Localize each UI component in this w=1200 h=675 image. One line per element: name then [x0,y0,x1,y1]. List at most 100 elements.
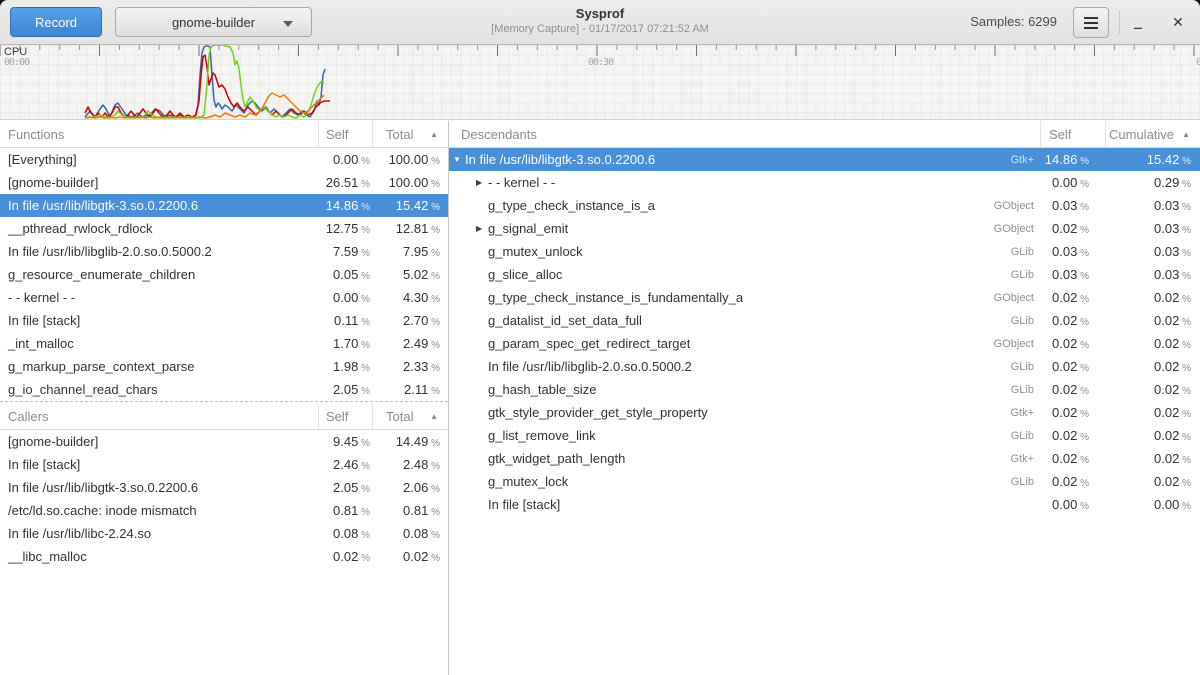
self-percent: 2.05 % [318,382,372,397]
table-row[interactable]: In file [stack] 0.11 % 2.70 % [0,309,448,332]
tree-row[interactable]: gtk_style_provider_get_style_property Gt… [449,401,1200,424]
library-tag: GObject [994,200,1034,212]
table-row-selected[interactable]: In file /usr/lib/libgtk-3.so.0.2200.6 14… [0,194,448,217]
expander-collapsed-icon[interactable]: ▶ [476,178,488,187]
tree-row[interactable]: gtk_widget_path_length Gtk+ 0.02 % 0.02 … [449,447,1200,470]
self-percent: 0.81 % [318,503,372,518]
table-row[interactable]: - - kernel - - 0.00 % 4.30 % [0,286,448,309]
cumulative-percent: 0.02 % [1105,336,1200,351]
self-percent: 2.46 % [318,457,372,472]
table-row[interactable]: __pthread_rwlock_rdlock 12.75 % 12.81 % [0,217,448,240]
cumulative-percent: 0.00 % [1105,497,1200,512]
self-percent: 0.03 % [1040,267,1105,282]
tree-row[interactable]: g_slice_alloc GLib 0.03 % 0.03 % [449,263,1200,286]
table-row[interactable]: In file /usr/lib/libglib-2.0.so.0.5000.2… [0,240,448,263]
descendants-panel: Descendants Self Cumulative ▲ ▼ In file … [449,121,1200,675]
cpu-graph[interactable]: CPU 00:00 00:30 01:00 [0,45,1200,120]
library-tag: GLib [1011,430,1034,442]
minimize-icon: − [1133,19,1143,38]
column-header-cumulative-label: Cumulative [1109,127,1174,142]
self-percent: 0.00 % [318,290,372,305]
cumulative-percent: 0.03 % [1105,221,1200,236]
self-percent: 0.11 % [318,313,372,328]
column-header-total[interactable]: Total ▲ [372,403,448,429]
table-row[interactable]: /etc/ld.so.cache: inode mismatch 0.81 % … [0,499,448,522]
descendant-name: g_type_check_instance_is_fundamentally_a [488,290,743,305]
function-name: In file [stack] [0,313,318,328]
column-header-cumulative[interactable]: Cumulative ▲ [1105,121,1200,147]
cumulative-percent: 0.02 % [1105,359,1200,374]
table-row[interactable]: g_resource_enumerate_children 0.05 % 5.0… [0,263,448,286]
expander-open-icon[interactable]: ▼ [453,155,465,164]
function-name: - - kernel - - [0,290,318,305]
cumulative-percent: 0.29 % [1105,175,1200,190]
functions-panel: Functions Self Total ▲ [Everything] 0.00… [0,121,448,675]
self-percent: 0.08 % [318,526,372,541]
total-percent: 14.49 % [372,434,448,449]
descendant-name: In file /usr/lib/libglib-2.0.so.0.5000.2 [488,359,692,374]
library-tag: GLib [1011,246,1034,258]
tree-row[interactable]: g_datalist_id_set_data_full GLib 0.02 % … [449,309,1200,332]
function-name: [gnome-builder] [0,175,318,190]
tree-row[interactable]: g_mutex_unlock GLib 0.03 % 0.03 % [449,240,1200,263]
minimize-button[interactable]: − [1121,0,1155,44]
tree-row[interactable]: ▶ g_signal_emit GObject 0.02 % 0.03 % [449,217,1200,240]
caller-name: /etc/ld.so.cache: inode mismatch [0,503,318,518]
table-row[interactable]: [Everything] 0.00 % 100.00 % [0,148,448,171]
table-row[interactable]: g_io_channel_read_chars 2.05 % 2.11 % [0,378,448,401]
tree-row[interactable]: g_param_spec_get_redirect_target GObject… [449,332,1200,355]
column-header-total[interactable]: Total ▲ [372,121,448,147]
cumulative-percent: 0.02 % [1105,451,1200,466]
close-button[interactable]: ✕ [1161,0,1195,44]
total-percent: 2.48 % [372,457,448,472]
column-header-callers[interactable]: Callers [0,403,318,429]
total-percent: 7.95 % [372,244,448,259]
tree-row-selected[interactable]: ▼ In file /usr/lib/libgtk-3.so.0.2200.6 … [449,148,1200,171]
titlebar[interactable]: Record gnome-builder Sysprof [Memory Cap… [0,0,1200,45]
tree-row[interactable]: ▶ - - kernel - - 0.00 % 0.29 % [449,171,1200,194]
tree-row[interactable]: g_type_check_instance_is_fundamentally_a… [449,286,1200,309]
function-name: g_io_channel_read_chars [0,382,318,397]
self-percent: 0.02 % [1040,451,1105,466]
total-percent: 15.42 % [372,198,448,213]
column-header-self[interactable]: Self [1040,121,1105,147]
process-selector-dropdown[interactable]: gnome-builder [115,7,312,37]
column-header-self[interactable]: Self [318,403,372,429]
column-header-total-label: Total [386,409,413,424]
table-row[interactable]: In file /usr/lib/libc-2.24.so 0.08 % 0.0… [0,522,448,545]
total-percent: 2.33 % [372,359,448,374]
table-row[interactable]: __libc_malloc 0.02 % 0.02 % [0,545,448,568]
table-row[interactable]: [gnome-builder] 9.45 % 14.49 % [0,430,448,453]
table-row[interactable]: In file /usr/lib/libgtk-3.so.0.2200.6 2.… [0,476,448,499]
cumulative-percent: 0.02 % [1105,313,1200,328]
table-row[interactable]: _int_malloc 1.70 % 2.49 % [0,332,448,355]
menu-button[interactable] [1073,7,1109,38]
table-row[interactable]: In file [stack] 2.46 % 2.48 % [0,453,448,476]
descendants-table-header: Descendants Self Cumulative ▲ [449,121,1200,148]
tree-row[interactable]: In file /usr/lib/libglib-2.0.so.0.5000.2… [449,355,1200,378]
column-header-functions[interactable]: Functions [0,121,318,147]
tree-row[interactable]: g_type_check_instance_is_a GObject 0.03 … [449,194,1200,217]
descendant-name: g_slice_alloc [488,267,562,282]
caller-name: __libc_malloc [0,549,318,564]
table-row[interactable]: g_markup_parse_context_parse 1.98 % 2.33… [0,355,448,378]
tree-row[interactable]: g_list_remove_link GLib 0.02 % 0.02 % [449,424,1200,447]
tree-row[interactable]: g_mutex_lock GLib 0.02 % 0.02 % [449,470,1200,493]
close-icon: ✕ [1172,14,1184,30]
tree-row[interactable]: g_hash_table_size GLib 0.02 % 0.02 % [449,378,1200,401]
self-percent: 0.02 % [1040,336,1105,351]
function-name: [Everything] [0,152,318,167]
self-percent: 26.51 % [318,175,372,190]
expander-collapsed-icon[interactable]: ▶ [476,224,488,233]
caller-name: In file /usr/lib/libgtk-3.so.0.2200.6 [0,480,318,495]
table-row[interactable]: [gnome-builder] 26.51 % 100.00 % [0,171,448,194]
tree-row[interactable]: In file [stack] 0.00 % 0.00 % [449,493,1200,516]
descendant-name: In file [stack] [488,497,560,512]
column-header-descendants[interactable]: Descendants [449,121,1040,147]
record-button[interactable]: Record [10,7,102,37]
self-percent: 0.02 % [1040,428,1105,443]
function-name: g_markup_parse_context_parse [0,359,318,374]
cumulative-percent: 0.02 % [1105,405,1200,420]
column-header-self[interactable]: Self [318,121,372,147]
self-percent: 2.05 % [318,480,372,495]
